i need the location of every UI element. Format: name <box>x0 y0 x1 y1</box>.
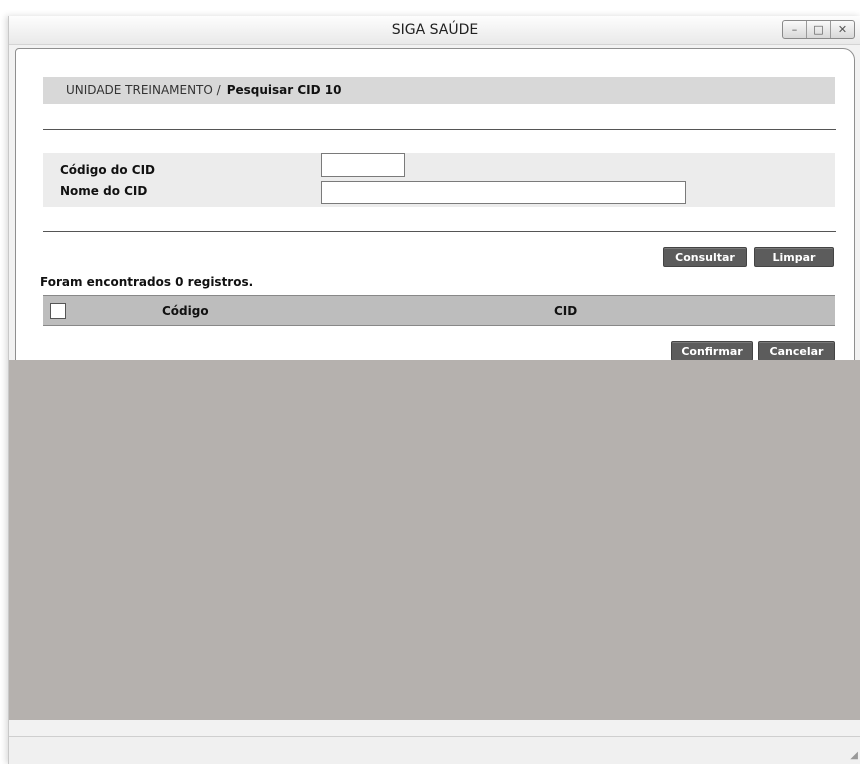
results-table-header: Código CID <box>43 295 835 326</box>
results-count: Foram encontrados 0 registros. <box>40 275 254 289</box>
nome-cid-label: Nome do CID <box>60 184 148 198</box>
nome-cid-input[interactable] <box>321 181 686 204</box>
app-window: SIGA SAÚDE – □ ✕ UNIDADE TREINAMENTO / Pe… <box>8 16 860 764</box>
window-title: SIGA SAÚDE <box>391 22 479 38</box>
codigo-cid-input[interactable] <box>321 153 405 177</box>
limpar-button[interactable]: Limpar <box>754 247 834 267</box>
search-form: Código do CID Nome do CID <box>43 153 835 207</box>
maximize-icon[interactable]: □ <box>807 21 831 38</box>
empty-workspace <box>9 360 860 720</box>
cancelar-button[interactable]: Cancelar <box>758 341 835 361</box>
minimize-icon[interactable]: – <box>783 21 807 38</box>
close-icon[interactable]: ✕ <box>831 21 854 38</box>
consultar-button[interactable]: Consultar <box>663 247 747 267</box>
select-all-checkbox[interactable] <box>50 303 66 319</box>
divider <box>43 129 836 130</box>
breadcrumb-unit: UNIDADE TREINAMENTO / <box>66 83 221 97</box>
column-header-codigo[interactable]: Código <box>162 304 209 318</box>
resize-grip-icon[interactable]: ◢ <box>850 750 858 761</box>
divider <box>43 231 836 232</box>
window-controls: – □ ✕ <box>782 20 855 39</box>
column-header-cid[interactable]: CID <box>554 304 577 318</box>
confirmar-button[interactable]: Confirmar <box>671 341 753 361</box>
breadcrumb: UNIDADE TREINAMENTO / Pesquisar CID 10 <box>43 77 835 104</box>
codigo-cid-label: Código do CID <box>60 163 156 177</box>
status-bar: ◢ <box>9 736 860 764</box>
breadcrumb-page: Pesquisar CID 10 <box>226 83 342 97</box>
search-panel: UNIDADE TREINAMENTO / Pesquisar CID 10 Có… <box>15 48 855 374</box>
title-bar[interactable]: SIGA SAÚDE – □ ✕ <box>9 16 860 45</box>
